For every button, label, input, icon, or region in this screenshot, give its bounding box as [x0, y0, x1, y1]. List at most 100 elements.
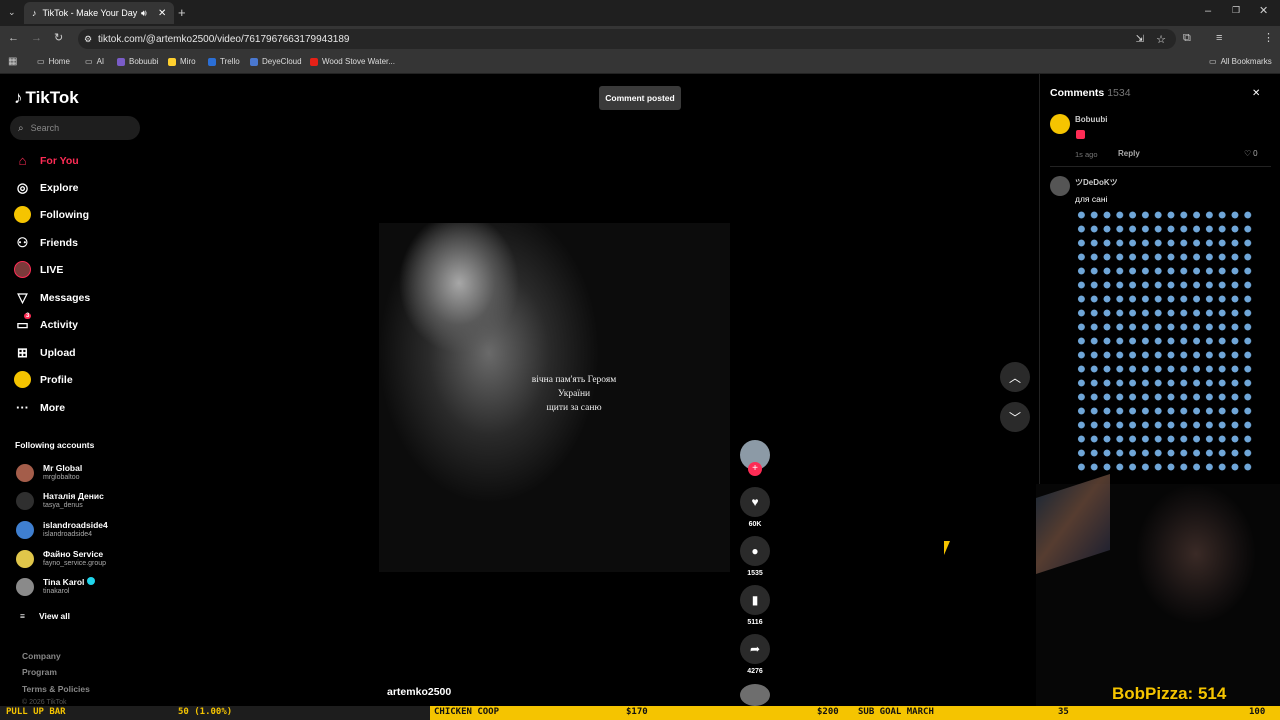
- comment-button[interactable]: ● 1535: [740, 536, 770, 577]
- ticker-item: CHICKEN COOP: [434, 707, 500, 717]
- account-item[interactable]: islandroadside4 islandroadside4: [16, 520, 108, 539]
- all-bookmarks[interactable]: ▭ All Bookmarks: [1209, 57, 1272, 66]
- list-icon: ≡: [20, 611, 25, 621]
- close-window-icon[interactable]: ✕: [1259, 6, 1268, 17]
- bookmark-ai[interactable]: ▭ AI: [85, 57, 104, 66]
- next-video-button[interactable]: ﹀: [1000, 402, 1030, 432]
- tiktok-logo[interactable]: ♪ TikTok: [14, 88, 79, 108]
- install-app-icon[interactable]: ⇲: [1136, 34, 1144, 45]
- comment-text: для сані: [1075, 194, 1108, 204]
- friends-icon: ⚇: [16, 234, 29, 250]
- url-text: tiktok.com/@artemko2500/video/7617967663…: [98, 33, 350, 45]
- bookmark-trello[interactable]: Trello: [208, 57, 240, 66]
- tab-search-icon[interactable]: ⌄: [8, 8, 16, 17]
- goal-ticker-bar: PULL UP BAR 50 (1.00%) CHICKEN COOP $170…: [0, 706, 1280, 720]
- nav-more[interactable]: ··· More: [14, 399, 65, 416]
- ticker-item: 50 (1.00%): [178, 707, 233, 717]
- music-disc[interactable]: [740, 684, 770, 706]
- bobuubi-favicon: [117, 57, 125, 66]
- share-arrow-icon: ➦: [740, 634, 770, 664]
- site-info-icon[interactable]: ⚙: [84, 34, 92, 45]
- like-count: 60K: [748, 521, 762, 528]
- bookmarks-bar: ▦ ▭ Home ▭ AI Bobuubi Miro Trello DeyeClou…: [0, 52, 1280, 74]
- nav-friends[interactable]: ⚇ Friends: [14, 234, 78, 251]
- account-item[interactable]: Наталія Денис tasya_denus: [16, 491, 104, 510]
- bookmark-wood-stove[interactable]: Wood Stove Water...: [310, 57, 395, 66]
- browser-tab[interactable]: ♪ TikTok - Make Your Day 🔊︎ ✕: [24, 2, 174, 24]
- close-comments-icon[interactable]: ✕: [1252, 88, 1260, 99]
- bookmark-star-icon[interactable]: ☆: [1156, 33, 1166, 46]
- nav-explore[interactable]: ◎ Explore: [14, 179, 79, 196]
- browser-tab-strip: ⌄ ♪ TikTok - Make Your Day 🔊︎ ✕ + – ❐ ✕: [0, 0, 1280, 26]
- avatar: [1050, 114, 1070, 134]
- divider: [1050, 166, 1271, 167]
- video-player[interactable]: вічна пам'ять Героям України щити за сан…: [379, 223, 730, 572]
- extensions-icon[interactable]: ⧉: [1183, 33, 1191, 44]
- tab-audio-icon[interactable]: 🔊︎: [141, 8, 147, 19]
- bookmark-miro[interactable]: Miro: [168, 57, 196, 66]
- footer-company[interactable]: Company: [22, 651, 61, 661]
- account-item[interactable]: Mr Global mrglobaltoo: [16, 463, 82, 482]
- nav-for-you[interactable]: ⌂ For You: [14, 152, 79, 169]
- tiktok-note-icon: ♪: [14, 88, 23, 107]
- comment-username[interactable]: Bobuubi: [1075, 115, 1107, 124]
- comment-time: 1s ago: [1075, 150, 1098, 159]
- bookmark-deyecloud[interactable]: DeyeCloud: [250, 57, 302, 66]
- share-button[interactable]: ➦ 4276: [740, 634, 770, 675]
- minimize-icon[interactable]: –: [1205, 6, 1211, 17]
- comment-bubble-icon: ●: [740, 536, 770, 566]
- previous-video-button[interactable]: ︿: [1000, 362, 1030, 392]
- activity-badge: 3: [24, 313, 32, 319]
- folder-icon: ▭: [1209, 57, 1217, 66]
- bookmark-bobuubi[interactable]: Bobuubi: [117, 57, 158, 66]
- nav-profile[interactable]: Profile: [14, 371, 73, 388]
- like-button[interactable]: ♥ 60K: [740, 487, 770, 528]
- new-tab-icon[interactable]: +: [178, 6, 186, 19]
- profile-icon: [14, 371, 31, 388]
- browser-menu-icon[interactable]: ⋮: [1263, 33, 1274, 44]
- home-icon: ⌂: [18, 153, 27, 168]
- search-icon: ⌕: [18, 122, 24, 134]
- activity-icon: ▭ 3: [16, 313, 32, 332]
- nav-following[interactable]: Following: [14, 206, 89, 223]
- comment-username[interactable]: ツDeDoKツ: [1075, 177, 1118, 188]
- comment-like[interactable]: ♡ 0: [1244, 149, 1258, 158]
- tab-close-icon[interactable]: ✕: [158, 8, 166, 19]
- video-caption: вічна пам'ять Героям України щити за сан…: [531, 375, 617, 413]
- video-author[interactable]: artemko2500: [387, 686, 451, 698]
- footer-terms[interactable]: Terms & Policies: [22, 684, 90, 694]
- account-item[interactable]: Tina Karol tinakarol: [16, 577, 95, 596]
- forward-icon[interactable]: →: [31, 33, 42, 44]
- nav-upload[interactable]: ⊞ Upload: [14, 344, 76, 361]
- miro-favicon: [168, 57, 176, 66]
- bookmark-home[interactable]: ▭ Home: [37, 57, 70, 66]
- author-avatar-button[interactable]: +: [740, 440, 770, 476]
- trello-favicon: [208, 57, 216, 66]
- search-input[interactable]: ⌕ Search: [10, 116, 140, 140]
- compass-icon: ◎: [16, 179, 29, 195]
- maximize-icon[interactable]: ❐: [1232, 6, 1240, 15]
- youtube-favicon: [310, 57, 318, 66]
- nav-activity[interactable]: ▭ 3 Activity: [14, 313, 78, 333]
- view-all-link[interactable]: ≡ View all: [20, 611, 70, 621]
- back-icon[interactable]: ←: [8, 33, 19, 44]
- footer-program[interactable]: Program: [22, 667, 57, 677]
- url-bar[interactable]: ⚙ tiktok.com/@artemko2500/video/76179676…: [78, 29, 1176, 49]
- nav-messages[interactable]: ▽ Messages: [14, 289, 91, 306]
- following-avatar-icon: [14, 206, 31, 223]
- nav-live[interactable]: LIVE: [14, 261, 63, 278]
- save-button[interactable]: ▮ 5116: [740, 585, 770, 626]
- blue-heart-emoji-grid: [1075, 208, 1255, 472]
- pink-heart-emoji-icon: [1076, 130, 1085, 139]
- reply-button[interactable]: Reply: [1118, 149, 1140, 158]
- avatar: [16, 520, 34, 539]
- account-item[interactable]: Файно Service fayno_service.group: [16, 549, 106, 568]
- mouse-cursor-icon: [944, 541, 956, 555]
- apps-grid-icon[interactable]: ▦: [8, 57, 17, 67]
- media-controls-icon[interactable]: ≡: [1216, 33, 1222, 44]
- follow-plus-icon[interactable]: +: [748, 462, 762, 476]
- search-placeholder: Search: [30, 123, 60, 133]
- avatar: [16, 491, 34, 510]
- tab-title: TikTok - Make Your Day: [42, 8, 138, 18]
- reload-icon[interactable]: ↻: [54, 33, 63, 44]
